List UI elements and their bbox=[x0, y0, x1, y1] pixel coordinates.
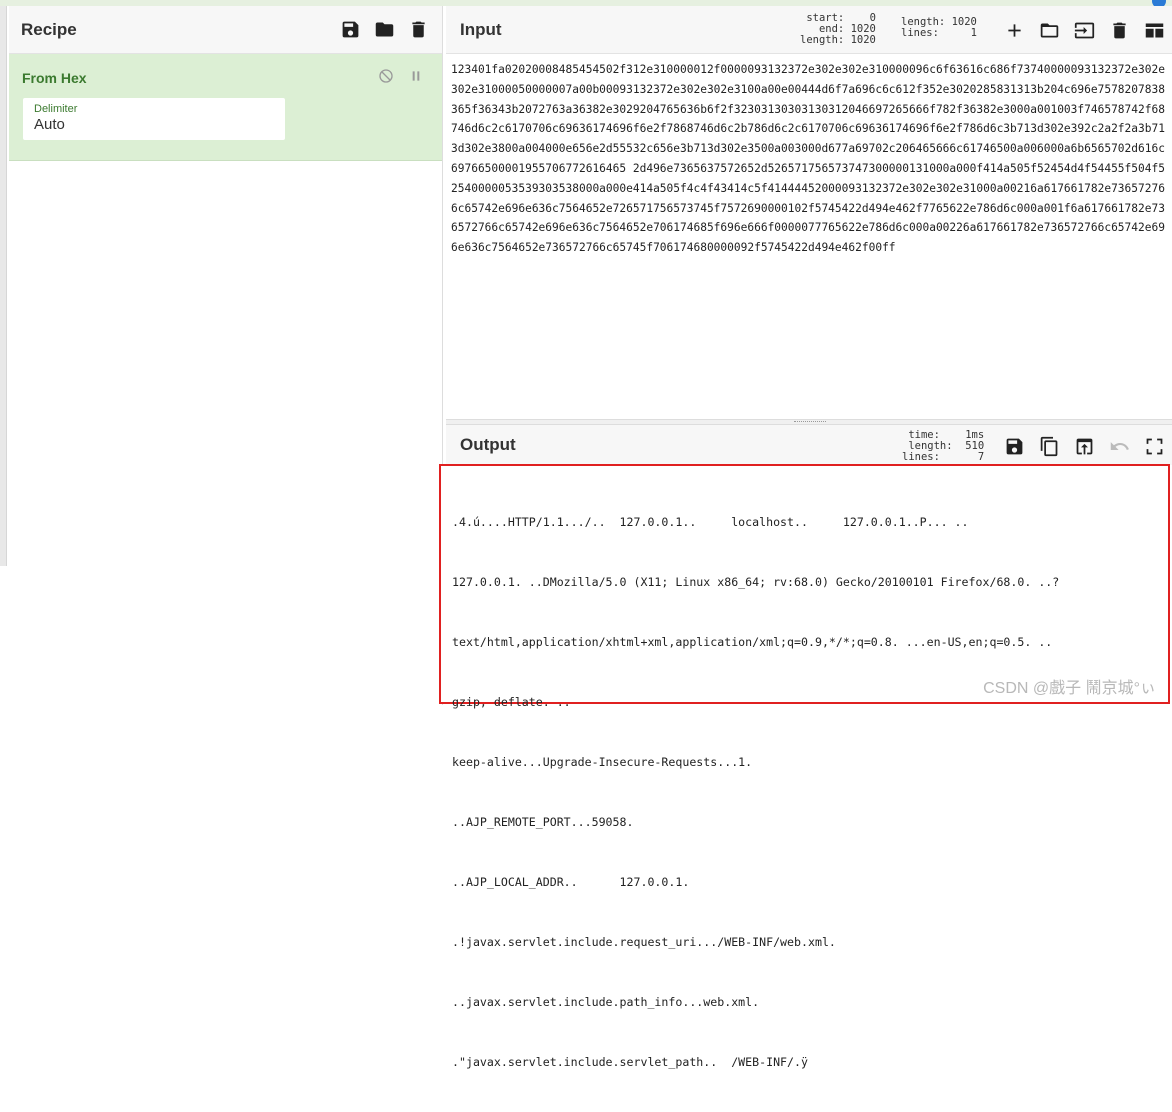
add-tab-button[interactable] bbox=[1002, 18, 1026, 42]
plus-icon bbox=[1007, 23, 1021, 37]
input-header: Input start: 0 end: 1020 length: 1020 le… bbox=[446, 6, 1172, 54]
fullscreen-icon bbox=[1146, 438, 1162, 454]
delimiter-value[interactable]: Auto bbox=[34, 116, 274, 133]
trash-icon bbox=[411, 21, 425, 38]
io-panel: Input start: 0 end: 1020 length: 1020 le… bbox=[439, 6, 1172, 1069]
output-panel: Output time: 1ms length: 510 lines: 7 .4… bbox=[439, 425, 1172, 1069]
delimiter-field[interactable]: Delimiter Auto bbox=[23, 98, 285, 140]
replace-input-button[interactable] bbox=[1072, 434, 1096, 458]
copy-icon bbox=[1040, 436, 1057, 456]
output-line: .!javax.servlet.include.request_uri.../W… bbox=[452, 935, 836, 949]
recipe-title: Recipe bbox=[21, 19, 77, 39]
undo-icon bbox=[1110, 441, 1129, 450]
output-line: ."javax.servlet.include.servlet_path.. /… bbox=[452, 1055, 808, 1069]
output-line: keep-alive...Upgrade-Insecure-Requests..… bbox=[452, 755, 753, 769]
output-line: ..javax.servlet.include.path_info...web.… bbox=[452, 995, 760, 1009]
input-title: Input bbox=[460, 19, 502, 39]
output-line: ..AJP_LOCAL_ADDR.. 127.0.0.1. bbox=[452, 875, 690, 889]
input-textarea[interactable]: 123401fa02020008485454502f312e310000012f… bbox=[451, 60, 1171, 258]
output-lines-value: 7 bbox=[977, 451, 985, 463]
output-header: Output time: 1ms length: 510 lines: 7 bbox=[446, 425, 1172, 465]
input-lines-value: 1 bbox=[970, 27, 977, 39]
output-line: 127.0.0.1. ..DMozilla/5.0 (X11; Linux x8… bbox=[452, 575, 1060, 589]
output-text[interactable]: .4.ú....HTTP/1.1.../.. 127.0.0.1.. local… bbox=[452, 472, 1164, 1112]
input-selection-stats: start: 0 end: 1020 length: 1020 bbox=[800, 13, 876, 46]
breakpoint-pause-icon[interactable] bbox=[408, 68, 424, 84]
delimiter-label: Delimiter bbox=[34, 103, 78, 115]
disable-icon[interactable] bbox=[378, 68, 394, 84]
move-up-icon bbox=[1076, 438, 1092, 454]
output-title: Output bbox=[460, 435, 516, 454]
undo-button[interactable] bbox=[1107, 434, 1131, 458]
reset-layout-button[interactable] bbox=[1142, 18, 1166, 42]
trash-icon bbox=[1112, 22, 1126, 38]
clear-recipe-button[interactable] bbox=[406, 18, 430, 42]
resize-grip-icon bbox=[794, 421, 826, 423]
save-output-button[interactable] bbox=[1002, 434, 1026, 458]
folder-open-icon bbox=[1040, 23, 1058, 37]
maximise-output-button[interactable] bbox=[1142, 434, 1166, 458]
copy-output-button[interactable] bbox=[1037, 434, 1061, 458]
open-file-button[interactable] bbox=[1037, 18, 1061, 42]
load-recipe-button[interactable] bbox=[372, 18, 396, 42]
operations-panel-edge[interactable] bbox=[0, 6, 7, 566]
layout-icon bbox=[1145, 23, 1163, 37]
csdn-watermark: CSDN @戲子 鬧京城°ぃ bbox=[983, 680, 1156, 697]
output-stats: time: 1ms length: 510 lines: 7 bbox=[902, 430, 984, 463]
output-lines-label: lines: bbox=[902, 451, 940, 463]
input-arrow-icon bbox=[1074, 22, 1094, 38]
output-area-highlight[interactable]: .4.ú....HTTP/1.1.../.. 127.0.0.1.. local… bbox=[439, 464, 1170, 1069]
folder-icon bbox=[375, 22, 393, 37]
length-label: length: bbox=[800, 34, 845, 46]
clear-input-button[interactable] bbox=[1107, 18, 1131, 42]
recipe-panel: Recipe From Hex Delimiter Auto bbox=[9, 6, 443, 705]
output-line: .4.ú....HTTP/1.1.../.. 127.0.0.1.. local… bbox=[452, 515, 969, 529]
save-icon bbox=[342, 21, 358, 38]
output-line: ..AJP_REMOTE_PORT...59058. bbox=[452, 815, 634, 829]
input-length-stats: length: 1020 lines: 1 bbox=[901, 17, 977, 39]
operation-from-hex[interactable]: From Hex Delimiter Auto bbox=[9, 54, 442, 161]
input-lines-label: lines: bbox=[901, 27, 939, 39]
save-recipe-button[interactable] bbox=[338, 18, 362, 42]
length-value: 1020 bbox=[850, 34, 876, 46]
operation-title: From Hex bbox=[22, 70, 87, 86]
open-folder-button[interactable] bbox=[1072, 18, 1096, 42]
output-line: text/html,application/xhtml+xml,applicat… bbox=[452, 635, 1053, 649]
recipe-header: Recipe bbox=[9, 6, 442, 54]
save-icon bbox=[1006, 438, 1022, 454]
